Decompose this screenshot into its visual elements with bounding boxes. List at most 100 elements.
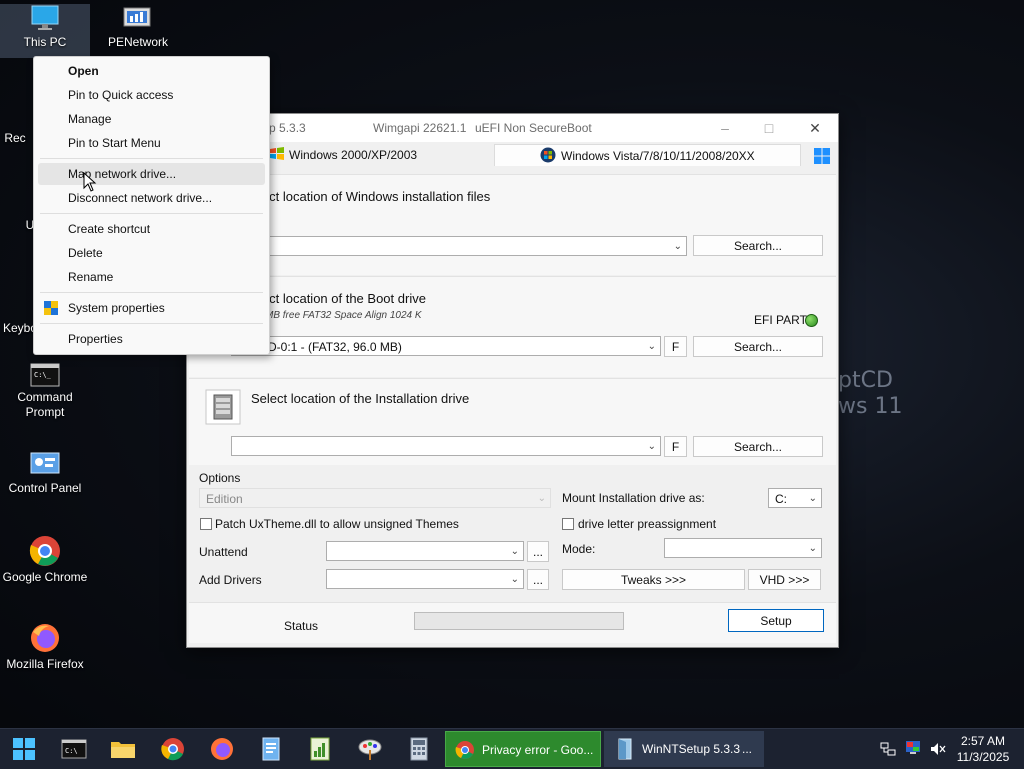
chevron-down-icon: ⌄ bbox=[808, 543, 817, 554]
boot-drive-format-button[interactable]: F bbox=[664, 336, 687, 357]
windows-xp-icon bbox=[270, 147, 284, 160]
install-drive-label: Select location of the Installation driv… bbox=[251, 391, 470, 406]
shield-icon bbox=[44, 301, 58, 315]
taskbar: C:\ Privacy error - Goo... WinNTSetup 5.… bbox=[0, 728, 1024, 769]
patch-uxtheme-checkbox[interactable] bbox=[200, 518, 212, 530]
volume-muted-icon[interactable] bbox=[930, 741, 946, 757]
chevron-down-icon: ⌄ bbox=[510, 546, 519, 557]
menu-item-pin-start[interactable]: Pin to Start Menu bbox=[38, 132, 265, 154]
menu-item-rename[interactable]: Rename bbox=[38, 266, 265, 288]
menu-item-manage[interactable]: Manage bbox=[38, 108, 265, 130]
install-drive-panel: Select location of the Installation driv… bbox=[189, 378, 836, 465]
menu-item-disconnect-network-drive[interactable]: Disconnect network drive... bbox=[38, 187, 265, 209]
efi-status-led bbox=[805, 314, 818, 327]
taskbar-app-chrome[interactable]: Privacy error - Goo... bbox=[445, 731, 601, 767]
boot-drive-info: MB free FAT32 Space Align 1024 K bbox=[265, 310, 422, 321]
maximize-button[interactable]: □ bbox=[747, 114, 791, 142]
mount-label: Mount Installation drive as: bbox=[562, 491, 705, 505]
svg-text:C:\_: C:\_ bbox=[34, 371, 52, 379]
add-drivers-label: Add Drivers bbox=[199, 573, 262, 587]
chevron-down-icon: ⌄ bbox=[808, 493, 817, 504]
windows-vista-icon bbox=[540, 147, 556, 163]
add-drivers-combo[interactable]: ⌄ bbox=[326, 569, 524, 589]
status-bar: Status Setup bbox=[189, 602, 836, 643]
tab-modern[interactable]: Windows Vista/7/8/10/11/2008/20XX bbox=[494, 144, 801, 166]
taskbar-app-winntsetup[interactable]: WinNTSetup 5.3.3 ... bbox=[604, 731, 764, 767]
boot-drive-label: lect location of the Boot drive bbox=[259, 291, 426, 306]
calculator-icon[interactable] bbox=[403, 735, 435, 763]
close-button[interactable]: ✕ bbox=[793, 114, 837, 142]
clock-time: 2:57 AM bbox=[960, 734, 1006, 748]
firefox-icon[interactable] bbox=[206, 735, 238, 763]
chrome-icon[interactable] bbox=[157, 735, 189, 763]
vhd-button[interactable]: VHD >>> bbox=[748, 569, 821, 590]
network-icon bbox=[123, 7, 151, 27]
install-drive-format-button[interactable]: F bbox=[664, 436, 687, 457]
menu-item-map-network-drive[interactable]: Map network drive... bbox=[38, 163, 265, 185]
chrome-icon bbox=[455, 741, 474, 759]
display-icon[interactable] bbox=[905, 740, 921, 756]
desktop-icon-this-pc[interactable]: This PC bbox=[0, 4, 90, 58]
folder-icon[interactable] bbox=[107, 735, 139, 763]
options-title: Options bbox=[199, 471, 241, 485]
menu-item-properties[interactable]: Properties bbox=[38, 328, 265, 350]
preassign-label: drive letter preassignment bbox=[578, 517, 717, 531]
os-tabs: Windows 2000/XP/2003 Windows Vista/7/8/1… bbox=[187, 142, 838, 168]
progress-bar bbox=[414, 612, 624, 630]
install-files-label: lect location of Windows installation fi… bbox=[259, 189, 491, 204]
wallpaper-text: ptCD ws 11 bbox=[838, 368, 903, 419]
preassign-checkbox[interactable] bbox=[562, 518, 574, 530]
boot-drive-combo[interactable]: D-0:1 - (FAT32, 96.0 MB) ⌄ bbox=[231, 336, 661, 356]
menu-separator bbox=[40, 292, 263, 293]
wimgapi-version: Wimgapi 22621.1 bbox=[373, 121, 467, 135]
start-icon[interactable] bbox=[8, 735, 40, 763]
desktop-icon-google-chrome[interactable]: Google Chrome bbox=[0, 535, 90, 585]
install-drive-combo[interactable]: ⌄ bbox=[231, 436, 661, 456]
setup-icon bbox=[618, 738, 632, 760]
tab-legacy[interactable]: Windows 2000/XP/2003 bbox=[269, 144, 479, 166]
menu-item-delete[interactable]: Delete bbox=[38, 242, 265, 264]
cmd-icon[interactable]: C:\ bbox=[58, 735, 90, 763]
tweaks-button[interactable]: Tweaks >>> bbox=[562, 569, 745, 590]
desktop-icon-penetwork[interactable]: PENetwork bbox=[93, 4, 183, 50]
unattend-label: Unattend bbox=[199, 545, 248, 559]
menu-item-open[interactable]: Open bbox=[38, 60, 265, 82]
minimize-button[interactable]: – bbox=[703, 114, 747, 142]
boot-drive-search-button[interactable]: Search... bbox=[693, 336, 823, 357]
chrome-icon bbox=[29, 536, 60, 566]
chevron-down-icon: ⌄ bbox=[673, 241, 682, 252]
network-icon[interactable] bbox=[880, 741, 896, 757]
unattend-combo[interactable]: ⌄ bbox=[326, 541, 524, 561]
windows-11-icon bbox=[814, 148, 830, 164]
desktop-icon-command-prompt[interactable]: C:\_ Command Prompt bbox=[0, 363, 90, 420]
mount-letter-combo[interactable]: C: ⌄ bbox=[768, 488, 822, 508]
unattend-browse-button[interactable]: ... bbox=[527, 541, 549, 562]
mode-combo[interactable]: ⌄ bbox=[664, 538, 822, 558]
add-drivers-browse-button[interactable]: ... bbox=[527, 569, 549, 590]
desktop-icon-mozilla-firefox[interactable]: Mozilla Firefox bbox=[0, 622, 90, 672]
install-drive-search-button[interactable]: Search... bbox=[693, 436, 823, 457]
menu-item-pin-quick-access[interactable]: Pin to Quick access bbox=[38, 84, 265, 106]
boot-mode: uEFI Non SecureBoot bbox=[475, 121, 592, 135]
options-group: Options Edition ⌄ Mount Installation dri… bbox=[195, 466, 830, 596]
clock[interactable]: 2:57 AM 11/3/2025 bbox=[954, 733, 1012, 765]
setup-button[interactable]: Setup bbox=[728, 609, 824, 632]
edition-combo[interactable]: Edition ⌄ bbox=[199, 488, 551, 508]
cmd-icon: C:\_ bbox=[30, 363, 60, 387]
install-files-combo[interactable]: ⌄ bbox=[229, 236, 687, 256]
boot-drive-panel: lect location of the Boot drive MB free … bbox=[189, 276, 836, 377]
paint-icon[interactable] bbox=[354, 735, 386, 763]
mouse-cursor-icon bbox=[83, 172, 97, 192]
title-bar[interactable]: tup 5.3.3 Wimgapi 22621.1 uEFI Non Secur… bbox=[187, 114, 838, 142]
chevron-down-icon: ⌄ bbox=[537, 493, 546, 504]
menu-separator bbox=[40, 158, 263, 159]
menu-item-system-properties[interactable]: System properties bbox=[38, 297, 265, 319]
notepad-icon[interactable] bbox=[255, 735, 287, 763]
install-files-search-button[interactable]: Search... bbox=[693, 235, 823, 256]
clock-date: 11/3/2025 bbox=[956, 750, 1010, 764]
winntsetup-window: tup 5.3.3 Wimgapi 22621.1 uEFI Non Secur… bbox=[186, 113, 839, 648]
desktop-icon-control-panel[interactable]: Control Panel bbox=[0, 450, 90, 496]
mode-label: Mode: bbox=[562, 542, 596, 556]
chart-app-icon[interactable] bbox=[304, 735, 336, 763]
menu-item-create-shortcut[interactable]: Create shortcut bbox=[38, 218, 265, 240]
